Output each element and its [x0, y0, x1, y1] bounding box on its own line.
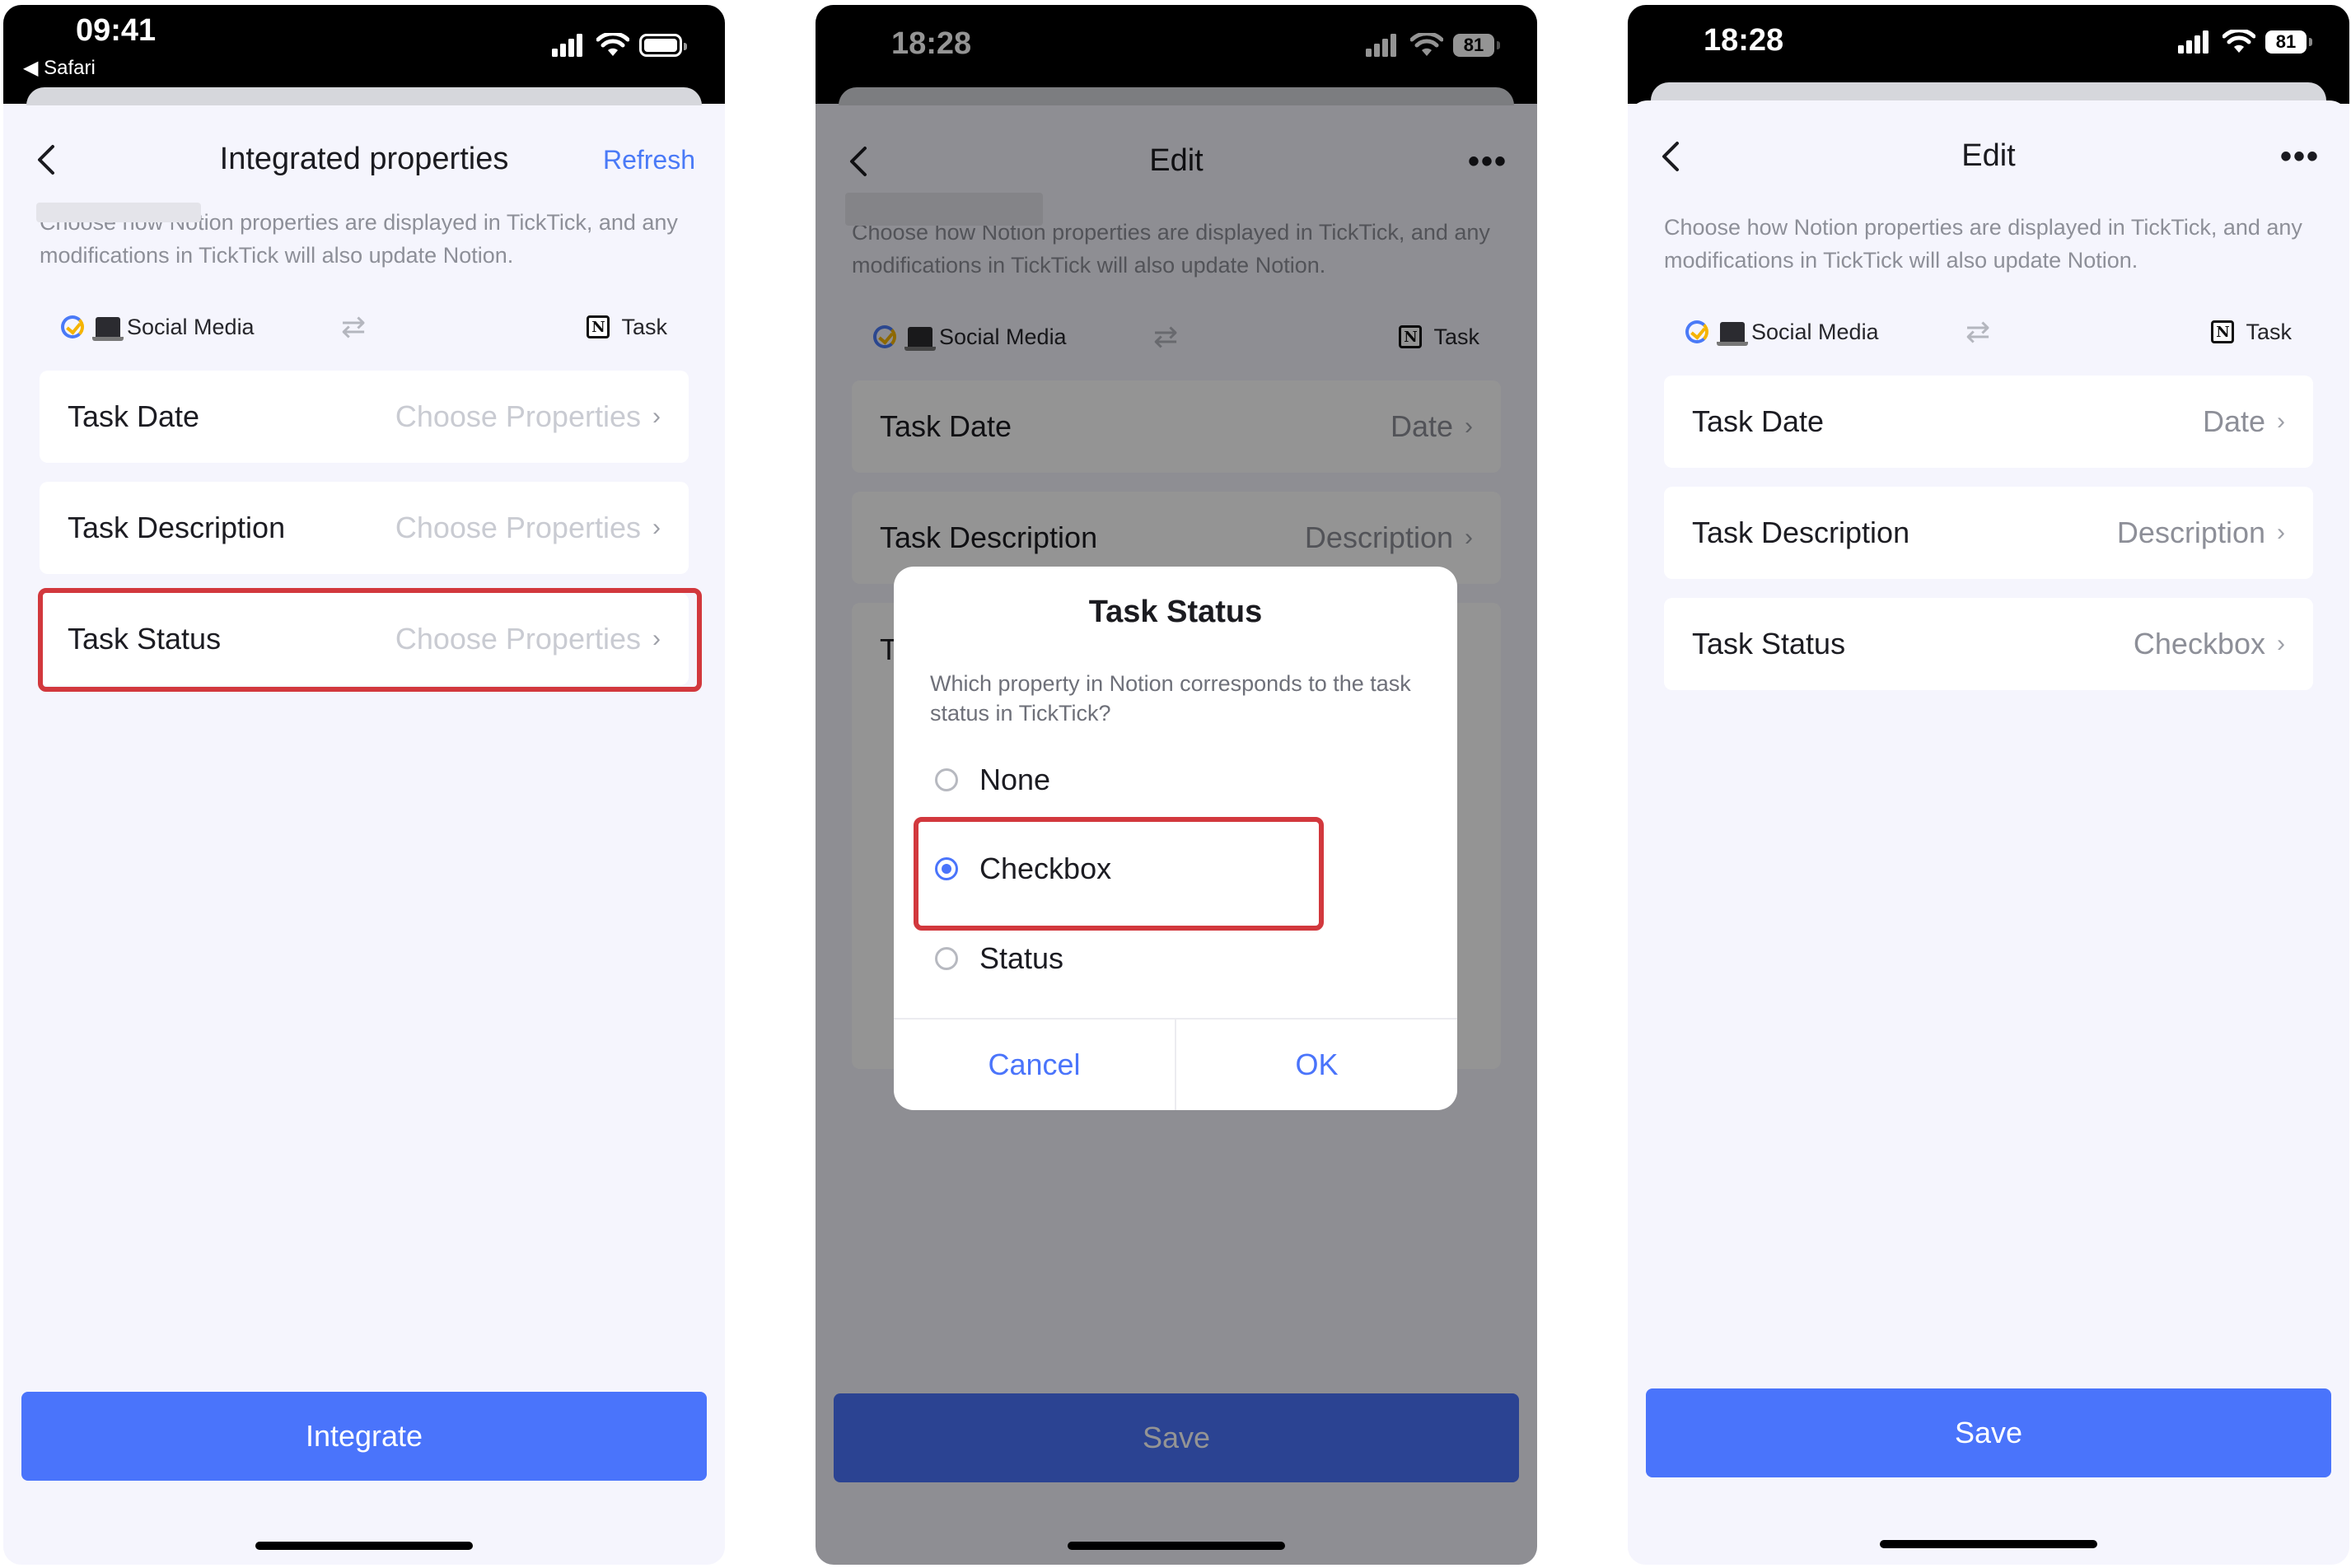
row-label: Task Status [1692, 627, 1846, 660]
radio-button[interactable] [935, 768, 958, 791]
chevron-right-icon: › [2277, 519, 2285, 546]
sync-arrows-icon: ⇄ [1965, 315, 1991, 348]
notion-database-label: Task [621, 314, 667, 339]
back-to-safari[interactable]: ◀ Safari [23, 56, 96, 80]
description-text: Choose how Notion properties are display… [1664, 215, 2302, 273]
property-row-task-date[interactable]: Task Date Choose Properties › [40, 371, 689, 463]
cancel-button[interactable]: Cancel [894, 1020, 1175, 1110]
row-value: Choose Properties [395, 399, 641, 433]
property-row-task-date[interactable]: Task Date Date › [1664, 376, 2313, 468]
wifi-icon [2222, 30, 2255, 54]
battery-icon [639, 34, 687, 57]
status-time: 18:28 [1704, 23, 1784, 58]
chevron-right-icon: › [652, 403, 661, 430]
ticktick-list-label: Social Media [1751, 319, 1879, 344]
row-value: Description [2116, 516, 2265, 549]
sync-arrows-icon: ⇄ [341, 310, 367, 343]
laptop-emoji-icon [92, 317, 124, 341]
notion-logo-icon: N [587, 315, 610, 338]
notion-logo-icon: N [2211, 320, 2235, 343]
option-none[interactable]: None [935, 763, 1050, 797]
notion-database: N Task [2211, 320, 2292, 345]
chevron-right-icon: › [2277, 408, 2285, 435]
ticktick-list: Social Media [1685, 319, 1879, 346]
integration-pair: Social Media ⇄ N Task [61, 306, 667, 348]
notion-database: N Task [587, 315, 667, 340]
page-title: Edit [1961, 138, 2016, 173]
task-status-dialog: Task Status Which property in Notion cor… [894, 567, 1457, 1110]
option-label: Status [979, 941, 1064, 975]
home-indicator [1880, 1540, 2097, 1548]
status-icons [550, 33, 687, 58]
battery-icon: 81 [2265, 30, 2312, 54]
laptop-emoji-icon [1717, 322, 1748, 346]
dialog-title: Task Status [1088, 595, 1263, 629]
phone-screen-3: 18:28 81 Edit ••• Choose how Notion prop… [1628, 5, 2349, 1565]
refresh-button[interactable]: Refresh [603, 145, 695, 175]
dialog-actions: Cancel OK [894, 1018, 1457, 1110]
radio-button[interactable] [935, 947, 958, 970]
row-label: Task Date [1692, 404, 1825, 438]
ticktick-list: Social Media [61, 314, 255, 341]
home-indicator [1068, 1542, 1285, 1550]
signal-icon [550, 34, 587, 57]
task-status-highlight [38, 588, 702, 692]
ok-button[interactable]: OK [1175, 1020, 1457, 1110]
nav-bar: Edit ••• [1628, 124, 2349, 189]
chevron-right-icon: › [652, 514, 661, 541]
notion-database-label: Task [2246, 319, 2292, 344]
option-label: None [979, 763, 1051, 796]
status-time: 09:41 [76, 13, 157, 48]
row-value: Choose Properties [395, 511, 641, 544]
ticktick-logo-icon [1685, 320, 1708, 343]
status-icons: 81 [2176, 30, 2312, 54]
property-row-task-description[interactable]: Task Description Choose Properties › [40, 482, 689, 574]
wifi-icon [596, 33, 629, 58]
integrated-properties-page: Integrated properties Refresh Choose how… [3, 105, 725, 1565]
checkbox-option-highlight [914, 817, 1324, 931]
save-button[interactable]: Save [1646, 1388, 2331, 1477]
signal-icon [2176, 30, 2213, 54]
row-label: Task Description [1692, 516, 1910, 549]
ticktick-list-label: Social Media [127, 314, 255, 339]
more-options-icon[interactable]: ••• [2280, 138, 2320, 175]
redaction-mask [36, 203, 201, 222]
dialog-message: Which property in Notion corresponds to … [930, 671, 1411, 726]
phone-screen-2: 18:28 81 Edit ••• Choose how Notion prop… [816, 5, 1537, 1565]
property-row-task-description[interactable]: Task Description Description › [1664, 487, 2313, 579]
row-label: Task Description [68, 511, 286, 544]
row-value: Checkbox [2133, 627, 2265, 660]
row-value: Date [2202, 404, 2265, 438]
integrate-button[interactable]: Integrate [21, 1392, 707, 1481]
chevron-right-icon: › [2277, 630, 2285, 657]
home-indicator [255, 1542, 473, 1550]
option-status[interactable]: Status [935, 941, 1063, 976]
phone-screen-1: 09:41 ◀ Safari Integrated properties Ref… [3, 5, 725, 1565]
ticktick-logo-icon [61, 315, 84, 338]
row-label: Task Date [68, 399, 200, 433]
property-row-task-status[interactable]: Task Status Checkbox › [1664, 598, 2313, 690]
edit-page: Edit ••• Choose how Notion properties ar… [1628, 100, 2349, 1565]
integration-pair: Social Media ⇄ N Task [1685, 311, 2292, 352]
nav-bar: Integrated properties Refresh [3, 127, 725, 193]
